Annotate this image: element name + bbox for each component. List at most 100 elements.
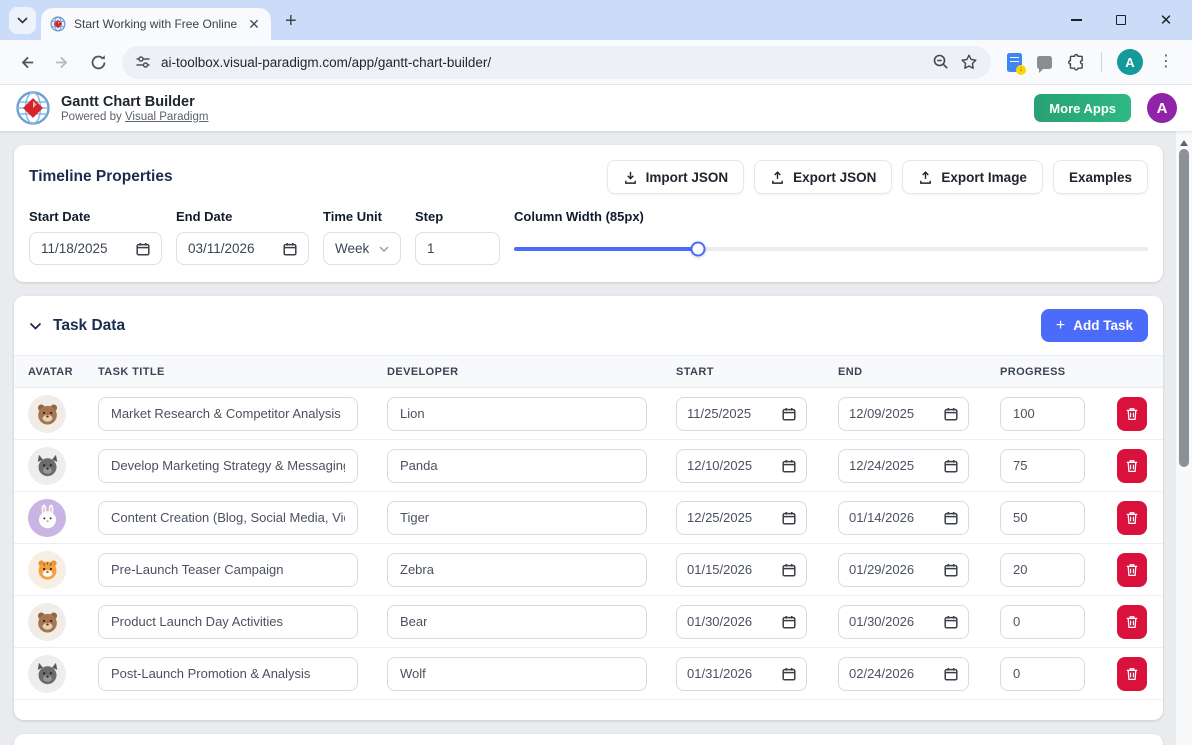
delete-task-button[interactable] — [1117, 553, 1147, 587]
app-logo-icon — [15, 90, 51, 126]
reload-button[interactable] — [82, 46, 114, 78]
start-date-input[interactable]: 01/31/2026 — [676, 657, 807, 691]
step-input[interactable]: 1 — [415, 232, 500, 265]
column-width-field: Column Width (85px) — [514, 209, 1148, 265]
start-date-input[interactable]: 12/10/2025 — [676, 449, 807, 483]
scrollbar-thumb[interactable] — [1179, 149, 1189, 467]
progress-input[interactable]: 20 — [1000, 553, 1085, 587]
calendar-icon — [944, 563, 958, 577]
column-header-progress: PROGRESS — [1000, 366, 1117, 378]
more-apps-button[interactable]: More Apps — [1034, 94, 1131, 122]
browser-profile-avatar[interactable]: A — [1117, 49, 1143, 75]
end-date-input[interactable]: 03/11/2026 — [176, 232, 309, 265]
window-minimize-button[interactable] — [1070, 14, 1082, 26]
progress-input[interactable]: 0 — [1000, 605, 1085, 639]
docs-offline-extension-icon[interactable]: ↓ — [1007, 53, 1022, 72]
examples-button[interactable]: Examples — [1053, 160, 1148, 194]
page-scrollbar[interactable] — [1176, 131, 1192, 745]
collapse-chevron-icon[interactable] — [29, 322, 42, 330]
url-bar[interactable]: ai-toolbox.visual-paradigm.com/app/gantt… — [122, 46, 991, 79]
developer-input[interactable]: Panda — [387, 449, 647, 483]
scroll-up-icon[interactable] — [1180, 136, 1188, 146]
task-table-body: Market Research & Competitor Analysis Li… — [14, 388, 1163, 700]
start-date-input[interactable]: 01/30/2026 — [676, 605, 807, 639]
time-unit-select[interactable]: Week — [323, 232, 401, 265]
end-date-input[interactable]: 01/14/2026 — [838, 501, 969, 535]
chevron-down-icon — [379, 246, 389, 252]
browser-tab[interactable]: Start Working with Free Online ✕ — [41, 8, 271, 40]
powered-by: Powered by Visual Paradigm — [61, 111, 208, 123]
column-header-start: START — [676, 366, 838, 378]
extensions-puzzle-icon[interactable] — [1067, 53, 1086, 72]
timeline-properties-card: Timeline Properties Import JSON Export J… — [14, 145, 1163, 282]
developer-input[interactable]: Bear — [387, 605, 647, 639]
trash-icon — [1125, 667, 1139, 681]
progress-input[interactable]: 100 — [1000, 397, 1085, 431]
delete-task-button[interactable] — [1117, 449, 1147, 483]
app-header: Gantt Chart Builder Powered by Visual Pa… — [0, 85, 1192, 131]
page-content: Timeline Properties Import JSON Export J… — [0, 131, 1192, 745]
delete-task-button[interactable] — [1117, 501, 1147, 535]
end-date-input[interactable]: 01/30/2026 — [838, 605, 969, 639]
reload-icon — [90, 54, 107, 71]
column-header-title: TASK TITLE — [98, 366, 387, 378]
add-task-button[interactable]: + Add Task — [1041, 309, 1148, 342]
task-title-input[interactable]: Pre-Launch Teaser Campaign — [98, 553, 358, 587]
developer-input[interactable]: Lion — [387, 397, 647, 431]
tab-search-button[interactable] — [9, 7, 36, 34]
column-width-slider[interactable] — [514, 232, 1148, 265]
calendar-icon — [782, 407, 796, 421]
delete-task-button[interactable] — [1117, 397, 1147, 431]
calendar-icon — [944, 615, 958, 629]
forward-button[interactable] — [46, 46, 78, 78]
site-settings-icon — [135, 54, 151, 70]
forward-icon — [54, 54, 71, 71]
end-date-input[interactable]: 01/29/2026 — [838, 553, 969, 587]
task-title-input[interactable]: Post-Launch Promotion & Analysis — [98, 657, 358, 691]
step-field: Step 1 — [415, 209, 500, 265]
task-title-input[interactable]: Develop Marketing Strategy & Messaging — [98, 449, 358, 483]
tab-close-icon[interactable]: ✕ — [246, 16, 262, 33]
window-maximize-button[interactable] — [1115, 14, 1127, 26]
start-date-input[interactable]: 11/25/2025 — [676, 397, 807, 431]
task-title-input[interactable]: Product Launch Day Activities — [98, 605, 358, 639]
developer-input[interactable]: Zebra — [387, 553, 647, 587]
start-date-field: Start Date 11/18/2025 — [29, 209, 162, 265]
developer-avatar — [28, 603, 66, 641]
progress-input[interactable]: 50 — [1000, 501, 1085, 535]
window-close-button[interactable]: ✕ — [1160, 14, 1172, 26]
back-button[interactable] — [10, 46, 42, 78]
bookmark-star-icon[interactable] — [960, 53, 978, 71]
visual-paradigm-link[interactable]: Visual Paradigm — [125, 111, 209, 123]
column-width-thumb[interactable] — [690, 241, 705, 256]
export-json-button[interactable]: Export JSON — [754, 160, 892, 194]
end-date-input[interactable]: 12/24/2025 — [838, 449, 969, 483]
start-date-input[interactable]: 12/25/2025 — [676, 501, 807, 535]
zoom-out-icon[interactable] — [932, 53, 950, 71]
progress-input[interactable]: 75 — [1000, 449, 1085, 483]
chat-extension-icon[interactable] — [1037, 56, 1052, 69]
timeline-buttons: Import JSON Export JSON Export Image Exa… — [607, 160, 1148, 194]
browser-tabstrip: Start Working with Free Online ✕ + ✕ — [0, 0, 1192, 40]
trash-icon — [1125, 407, 1139, 421]
developer-input[interactable]: Wolf — [387, 657, 647, 691]
upload-icon — [770, 170, 785, 185]
task-title-input[interactable]: Content Creation (Blog, Social Media, Vi… — [98, 501, 358, 535]
end-date-input[interactable]: 02/24/2026 — [838, 657, 969, 691]
start-date-input[interactable]: 01/15/2026 — [676, 553, 807, 587]
calendar-icon — [782, 459, 796, 473]
browser-menu-icon[interactable]: ⋮ — [1158, 54, 1174, 70]
user-avatar[interactable]: A — [1147, 93, 1177, 123]
task-title-input[interactable]: Market Research & Competitor Analysis — [98, 397, 358, 431]
new-tab-button[interactable]: + — [285, 11, 297, 31]
slider-track[interactable] — [514, 247, 1148, 251]
import-json-button[interactable]: Import JSON — [607, 160, 745, 194]
delete-task-button[interactable] — [1117, 657, 1147, 691]
export-image-button[interactable]: Export Image — [902, 160, 1043, 194]
task-row: Content Creation (Blog, Social Media, Vi… — [14, 492, 1163, 544]
developer-input[interactable]: Tiger — [387, 501, 647, 535]
delete-task-button[interactable] — [1117, 605, 1147, 639]
start-date-input[interactable]: 11/18/2025 — [29, 232, 162, 265]
end-date-input[interactable]: 12/09/2025 — [838, 397, 969, 431]
progress-input[interactable]: 0 — [1000, 657, 1085, 691]
